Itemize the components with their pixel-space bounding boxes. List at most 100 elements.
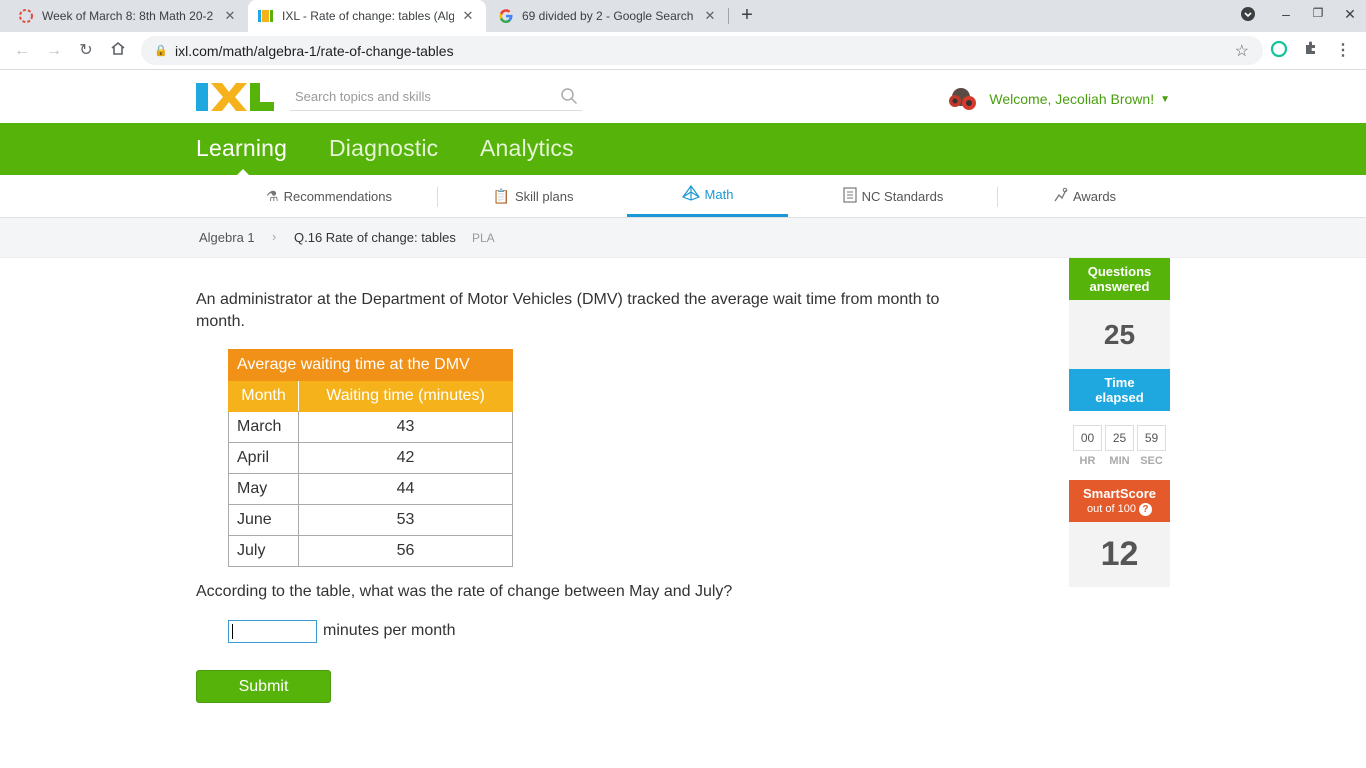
subnav-recommendations[interactable]: ⚗ Recommendations [230,175,428,217]
questions-answered-value: 25 [1069,300,1170,369]
address-bar[interactable]: 🔒 ixl.com/math/algebra-1/rate-of-change-… [141,36,1263,65]
subnav-label: Recommendations [283,188,392,204]
tab-title: 69 divided by 2 - Google Search [522,9,694,23]
breadcrumb-subject[interactable]: Algebra 1 [199,230,255,245]
month-cell: April [228,442,299,474]
bookmark-star-icon[interactable]: ☆ [1235,41,1249,61]
browser-toolbar: ← → ↻ 🔒 ixl.com/math/algebra-1/rate-of-c… [0,32,1366,70]
subnav-awards[interactable]: Awards [1006,175,1162,217]
table-caption: Average waiting time at the DMV [228,349,513,381]
ixl-logo[interactable] [196,83,274,111]
table-row: May 44 [228,473,513,505]
help-icon[interactable]: ? [1138,502,1152,516]
stats-label: elapsed [1095,390,1144,405]
smartscore-header: SmartScore out of 100? [1069,480,1170,522]
url-text: ixl.com/math/algebra-1/rate-of-change-ta… [175,42,454,59]
extensions-puzzle-icon[interactable] [1300,40,1322,62]
answer-unit: minutes per month [323,622,456,639]
extension-grammarly-icon[interactable] [1268,40,1290,62]
standards-icon [843,186,857,206]
column-header-month: Month [228,380,299,412]
new-tab-button[interactable]: + [736,5,758,27]
reload-icon[interactable]: ↻ [75,40,97,62]
breadcrumb-skill: Q.16 Rate of change: tables [294,230,456,245]
smartscore-label: SmartScore [1083,485,1156,501]
pyramid-icon [681,184,700,204]
timer-minutes: 25 [1105,424,1134,451]
timer-seconds-label: SEC [1140,454,1163,467]
chevron-down-icon: ▼ [1160,93,1170,105]
recommendations-icon: ⚗ [266,187,279,204]
close-tab-icon[interactable]: ✕ [460,8,476,24]
breadcrumb: Algebra 1 › Q.16 Rate of change: tables … [0,218,1366,258]
tab-title: IXL - Rate of change: tables (Alg [282,9,454,23]
text-cursor [232,624,233,639]
avatar [947,85,979,113]
tab-search-icon[interactable] [1238,6,1258,25]
smartscore-value: 12 [1069,522,1170,587]
browser-tab-3[interactable]: 69 divided by 2 - Google Search ✕ [488,0,728,32]
subnav-skill-plans[interactable]: 📋 Skill plans [446,175,620,217]
forward-icon[interactable]: → [43,40,65,62]
value-cell: 44 [298,473,513,505]
restore-icon[interactable]: ❐ [1308,6,1328,20]
time-elapsed-header: Time elapsed [1069,369,1170,411]
close-tab-icon[interactable]: ✕ [702,8,718,24]
browser-tab-1[interactable]: Week of March 8: 8th Math 20-2 ✕ [8,0,248,32]
clipboard-icon: 📋 [492,187,510,204]
questions-answered-header: Questions answered [1069,258,1170,300]
stats-panel: Questions answered 25 Time elapsed 00 25… [1069,258,1170,587]
tab-title: Week of March 8: 8th Math 20-2 [42,9,214,23]
answer-input[interactable] [228,620,317,643]
home-icon[interactable] [107,40,129,62]
gear-favicon-icon [18,8,34,24]
nav-diagnostic[interactable]: Diagnostic [329,135,438,162]
back-icon[interactable]: ← [11,40,33,62]
breadcrumb-tag: PLA [472,231,495,245]
menu-kebab-icon[interactable]: ⋮ [1332,40,1354,62]
question-prompt: According to the table, what was the rat… [196,583,733,600]
search-input[interactable]: Search topics and skills [290,85,582,111]
close-window-icon[interactable]: ✕ [1340,6,1360,23]
google-favicon-icon [498,8,514,24]
value-cell: 56 [298,535,513,567]
month-cell: June [228,504,299,536]
timer-seconds: 59 [1137,424,1166,451]
subnav-label: Awards [1072,188,1117,204]
welcome-text: Welcome, Jecoliah Brown! [989,91,1155,107]
submit-button[interactable]: Submit [196,670,331,703]
lock-icon: 🔒 [154,45,168,57]
month-cell: March [228,411,299,443]
subnav-label: NC Standards [861,188,944,204]
main-nav: Learning Diagnostic Analytics [0,123,1366,176]
data-table: Average waiting time at the DMV Month Wa… [228,349,513,567]
chevron-right-icon: › [272,229,277,244]
nav-analytics[interactable]: Analytics [480,135,574,162]
browser-tabstrip: Week of March 8: 8th Math 20-2 ✕ IXL - R… [0,0,1366,32]
minimize-icon[interactable]: – [1276,6,1296,22]
subnav-label: Math [704,187,734,202]
month-cell: July [228,535,299,567]
table-row: March 43 [228,411,513,443]
value-cell: 42 [298,442,513,474]
table-row: July 56 [228,535,513,567]
ixl-favicon-icon [258,8,274,24]
close-tab-icon[interactable]: ✕ [222,8,238,24]
month-cell: May [228,473,299,505]
subnav-nc-standards[interactable]: NC Standards [796,175,990,217]
account-menu[interactable]: Welcome, Jecoliah Brown! ▼ [947,85,1170,113]
value-cell: 53 [298,504,513,536]
question-text: An administrator at the Department of Mo… [196,291,940,330]
subnav-label: Skill plans [514,188,574,204]
table-row: April 42 [228,442,513,474]
nav-learning[interactable]: Learning [196,135,287,162]
search-icon[interactable] [560,87,578,105]
awards-icon [1052,187,1068,206]
table-row: June 53 [228,504,513,536]
stats-label: Questions [1087,264,1152,279]
browser-tab-2[interactable]: IXL - Rate of change: tables (Alg ✕ [248,0,486,32]
timer-minutes-label: MIN [1109,454,1130,467]
subnav-math[interactable]: Math [627,175,788,217]
search-placeholder: Search topics and skills [295,89,431,104]
stats-label: Time [1104,375,1135,390]
